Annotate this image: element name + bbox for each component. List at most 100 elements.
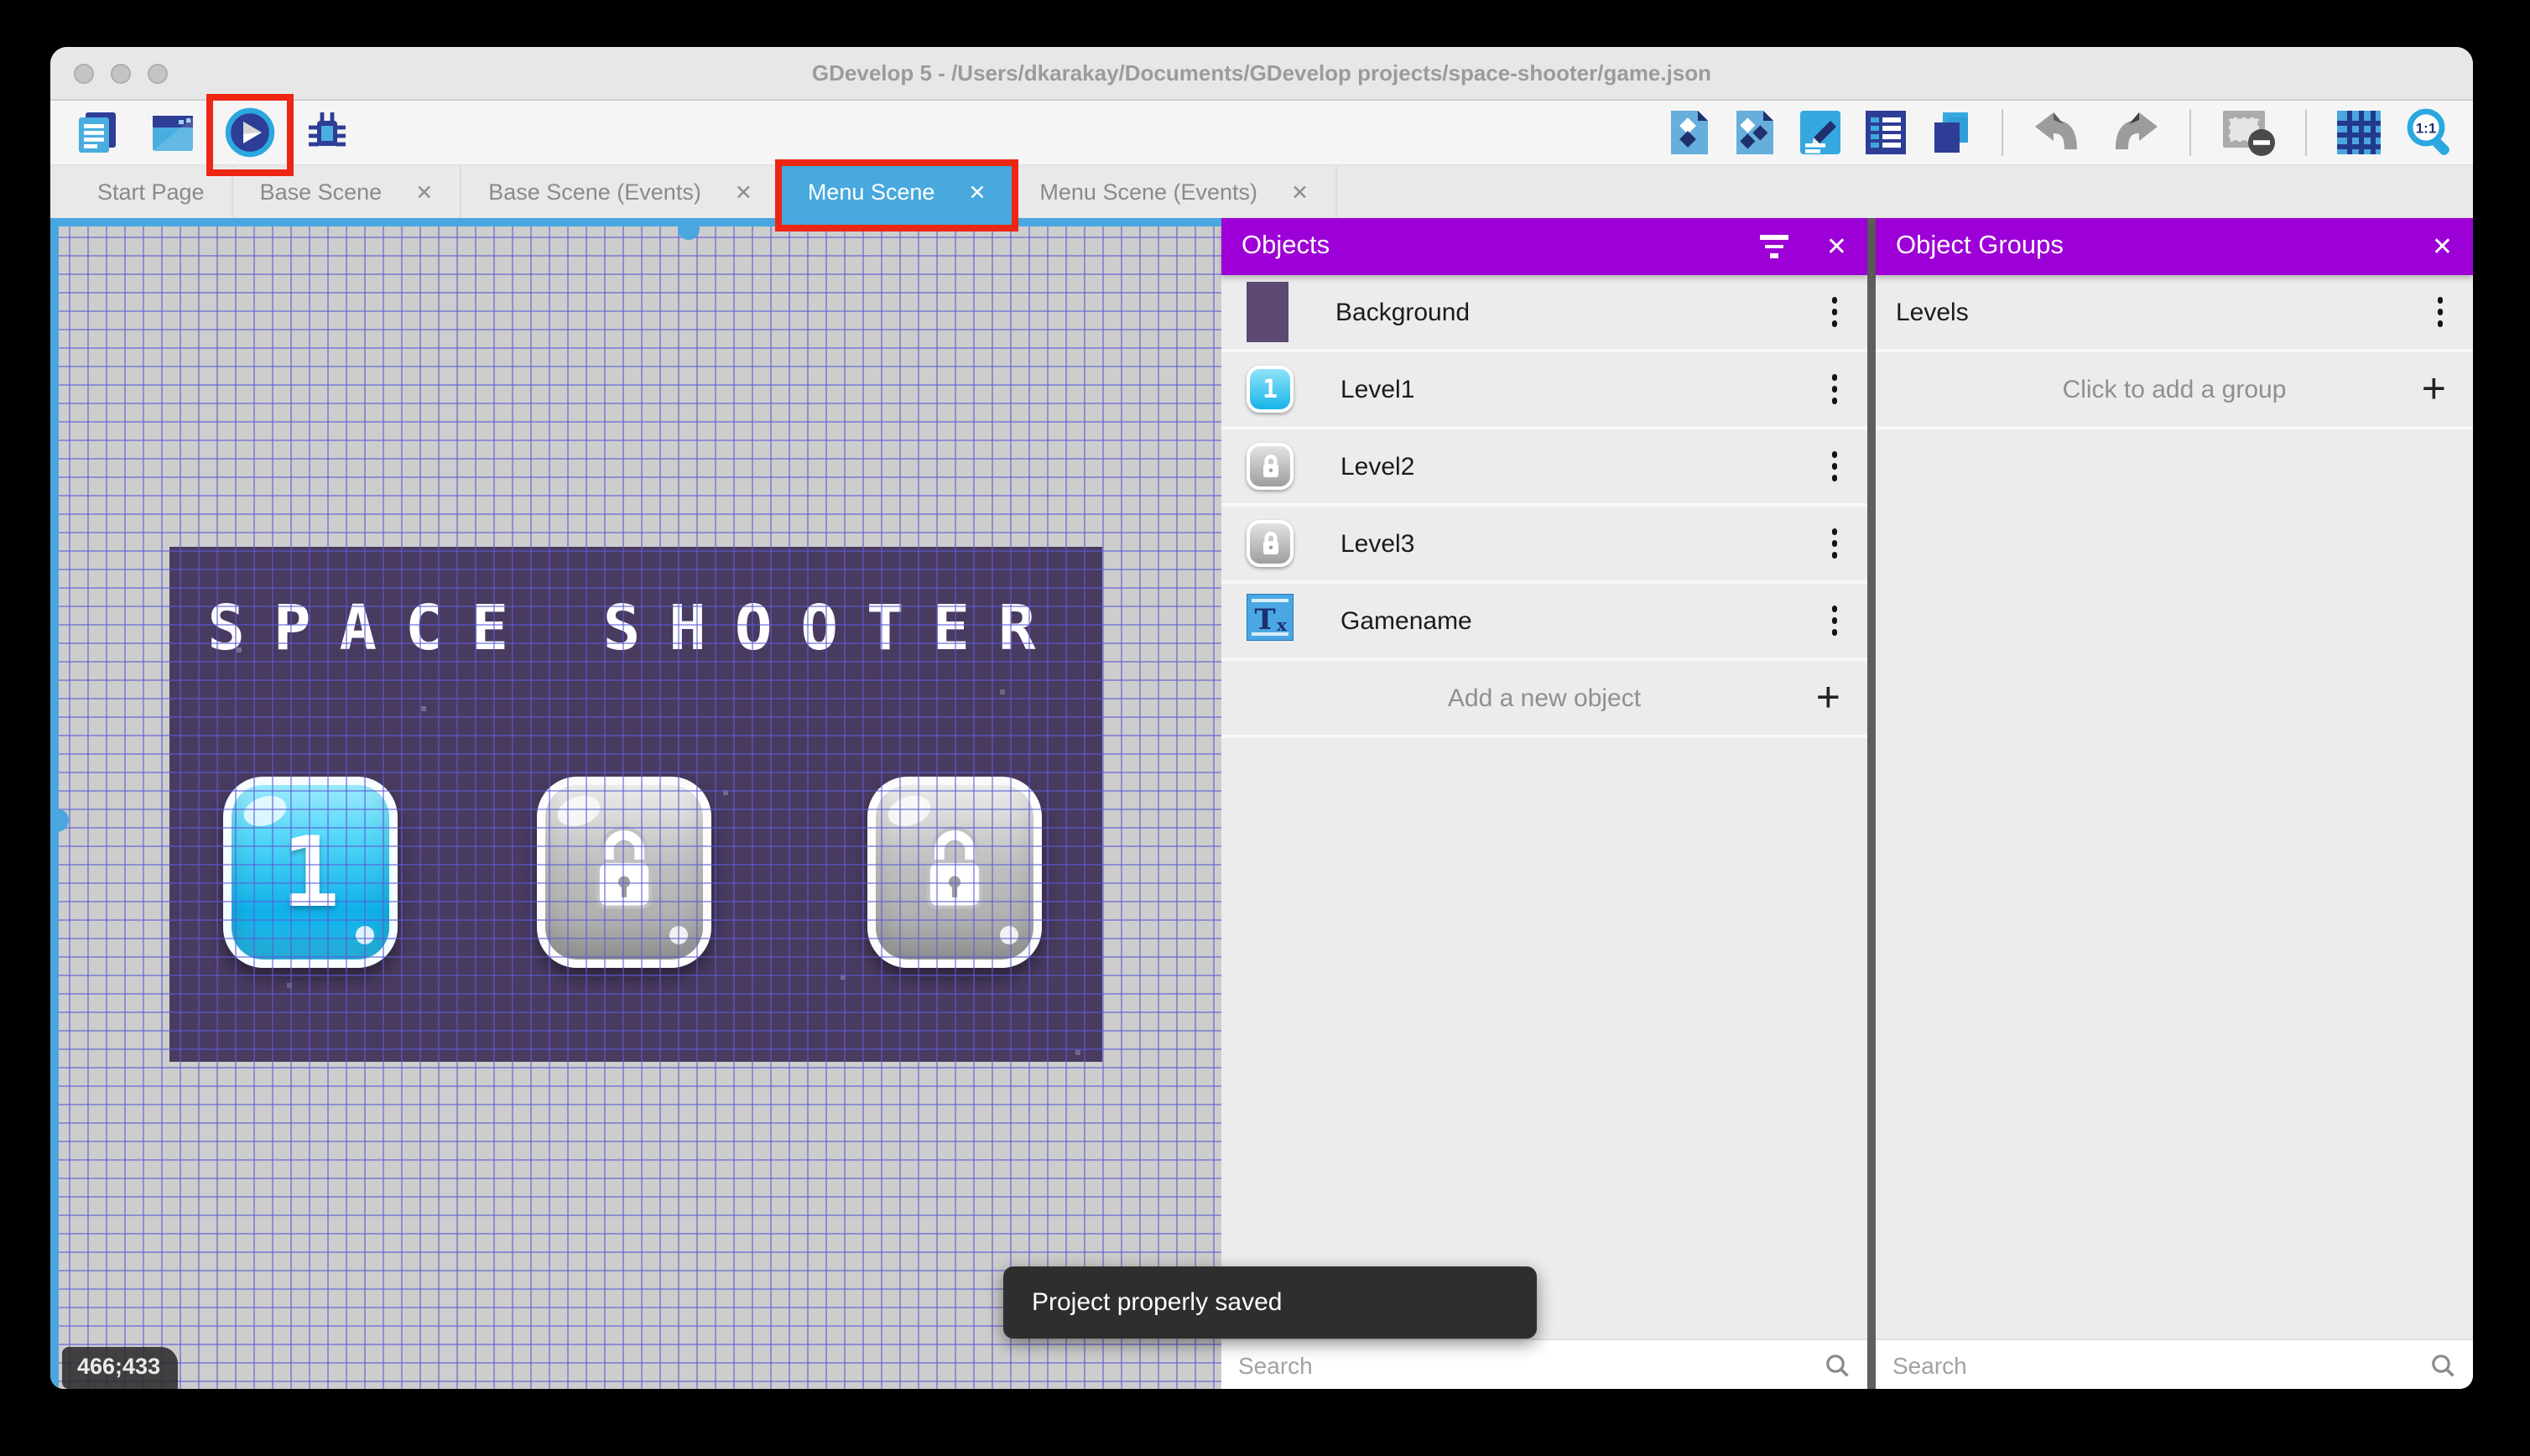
tab-menu-scene[interactable]: Menu Scene ✕ [775, 159, 1018, 231]
search-icon [2432, 1354, 2455, 1376]
scene-editor-canvas[interactable]: SPACE SHOOTER 1 466;433 [50, 218, 1221, 1389]
tab-label: Base Scene (Events) [488, 179, 701, 205]
object-row-level3[interactable]: Level3 [1221, 507, 1867, 584]
horizontal-scroll-thumb[interactable] [678, 218, 700, 240]
object-row-background[interactable]: Background [1221, 275, 1867, 352]
object-name: Level2 [1340, 452, 1415, 481]
window-title: GDevelop 5 - /Users/dkarakay/Documents/G… [811, 60, 1712, 86]
object-row-gamename[interactable]: T x Gamename [1221, 584, 1867, 661]
kebab-menu-icon[interactable] [1821, 442, 1847, 490]
save-toast: Project properly saved [1003, 1266, 1537, 1339]
object-name: Level1 [1340, 375, 1415, 403]
zoom-original-button[interactable]: 1:1 [2402, 106, 2456, 159]
close-tab-icon[interactable]: ✕ [415, 179, 433, 205]
toolbar-left [70, 94, 354, 176]
add-object-row[interactable]: Add a new object + [1221, 661, 1867, 738]
cursor-coordinates-badge: 466;433 [62, 1347, 178, 1389]
traffic-lights [74, 64, 168, 84]
kebab-menu-icon[interactable] [1821, 596, 1847, 644]
add-object-label: Add a new object [1447, 684, 1642, 712]
objects-search-input[interactable] [1238, 1351, 1824, 1378]
level1-thumbnail: 1 [1247, 366, 1294, 413]
plus-icon[interactable]: + [2422, 367, 2446, 410]
search-icon [1826, 1354, 1849, 1376]
instances-list-button[interactable] [1862, 107, 1909, 158]
panel-splitter[interactable] [1867, 218, 1876, 1389]
tab-start-page[interactable]: Start Page [70, 166, 233, 218]
game-scene-preview[interactable]: SPACE SHOOTER 1 [169, 547, 1102, 1062]
lock-icon [1262, 531, 1278, 554]
project-manager-button[interactable] [70, 106, 124, 159]
level1-number: 1 [281, 815, 340, 929]
titlebar: GDevelop 5 - /Users/dkarakay/Documents/G… [50, 47, 2473, 101]
close-tab-icon[interactable]: ✕ [735, 179, 752, 205]
tab-menu-scene-events[interactable]: Menu Scene (Events) ✕ [1013, 166, 1337, 218]
kebab-menu-icon[interactable] [1821, 519, 1847, 567]
plus-icon[interactable]: + [1816, 676, 1840, 719]
group-name: Levels [1896, 298, 1969, 326]
vertical-scrollbar[interactable] [50, 218, 69, 1389]
kebab-menu-icon[interactable] [1821, 365, 1847, 413]
objects-editor-button[interactable] [1666, 107, 1713, 158]
object-groups-search-input[interactable] [1892, 1351, 2429, 1378]
filter-icon[interactable] [1760, 235, 1789, 258]
object-groups-search-bar [1876, 1339, 2473, 1389]
add-group-label: Click to add a group [2062, 375, 2287, 403]
objects-search-bar [1221, 1339, 1867, 1389]
layers-button[interactable] [1928, 107, 1975, 158]
undo-button[interactable] [2030, 109, 2087, 156]
object-groups-editor-button[interactable] [1731, 107, 1778, 158]
scene-window-button[interactable] [146, 106, 200, 159]
close-tab-icon[interactable]: ✕ [968, 179, 986, 205]
grid-button[interactable] [2334, 107, 2384, 158]
object-groups-panel-title: Object Groups [1896, 231, 2064, 260]
tab-label: Menu Scene [807, 179, 935, 205]
object-name: Level3 [1340, 529, 1415, 558]
level3-lock-thumbnail [1247, 520, 1294, 567]
close-panel-icon[interactable]: ✕ [1826, 231, 1847, 262]
background-thumbnail [1247, 282, 1288, 342]
add-group-row[interactable]: Click to add a group + [1876, 352, 2473, 429]
svg-text:x: x [1277, 614, 1288, 634]
play-button[interactable] [206, 94, 294, 176]
close-tab-icon[interactable]: ✕ [1291, 179, 1309, 205]
group-row-levels[interactable]: Levels [1876, 275, 2473, 352]
objects-panel-empty-space [1221, 738, 1867, 1339]
tab-base-scene[interactable]: Base Scene ✕ [233, 166, 462, 218]
undo-icon [2035, 112, 2077, 149]
object-row-level2[interactable]: Level2 [1221, 429, 1867, 507]
tab-label: Start Page [97, 179, 205, 205]
redo-button[interactable] [2106, 109, 2163, 156]
minimize-window-button[interactable] [111, 64, 131, 84]
window-mask-button[interactable] [2218, 106, 2278, 159]
object-name: Gamename [1340, 606, 1472, 635]
horizontal-scrollbar[interactable] [50, 218, 1221, 240]
instances-list-icon [1866, 111, 1906, 154]
maximize-window-button[interactable] [148, 64, 168, 84]
objects-panel-header: Objects ✕ [1221, 218, 1867, 275]
vertical-scroll-thumb[interactable] [50, 809, 69, 832]
objects-panel: Objects ✕ Background 1 Level1 Level2 Lev… [1221, 218, 1867, 1389]
debug-button[interactable] [300, 106, 354, 159]
objects-panel-title: Objects [1242, 231, 1330, 260]
close-panel-icon[interactable]: ✕ [2432, 231, 2453, 262]
window-mask-icon [2223, 111, 2275, 156]
close-window-button[interactable] [74, 64, 94, 84]
tab-base-scene-events[interactable]: Base Scene (Events) ✕ [461, 166, 781, 218]
properties-button[interactable] [1797, 107, 1844, 158]
redo-icon [2116, 112, 2158, 149]
kebab-menu-icon[interactable] [1821, 288, 1847, 335]
toolbar-separator [2305, 109, 2307, 156]
kebab-menu-icon[interactable] [2427, 288, 2453, 335]
game-title-text-instance[interactable]: SPACE SHOOTER [169, 592, 1102, 664]
toolbar-separator [2189, 109, 2191, 156]
lock-icon [1262, 454, 1278, 476]
toast-message: Project properly saved [1032, 1288, 1283, 1317]
level1-button-instance[interactable]: 1 [223, 777, 398, 968]
object-row-level1[interactable]: 1 Level1 [1221, 352, 1867, 429]
level2-lock-thumbnail [1247, 443, 1294, 490]
level3-locked-button-instance[interactable] [867, 777, 1042, 968]
level2-locked-button-instance[interactable] [537, 777, 711, 968]
gdevelop-window: GDevelop 5 - /Users/dkarakay/Documents/G… [50, 47, 2473, 1389]
zoom-1-1-icon: 1:1 [2407, 108, 2449, 155]
